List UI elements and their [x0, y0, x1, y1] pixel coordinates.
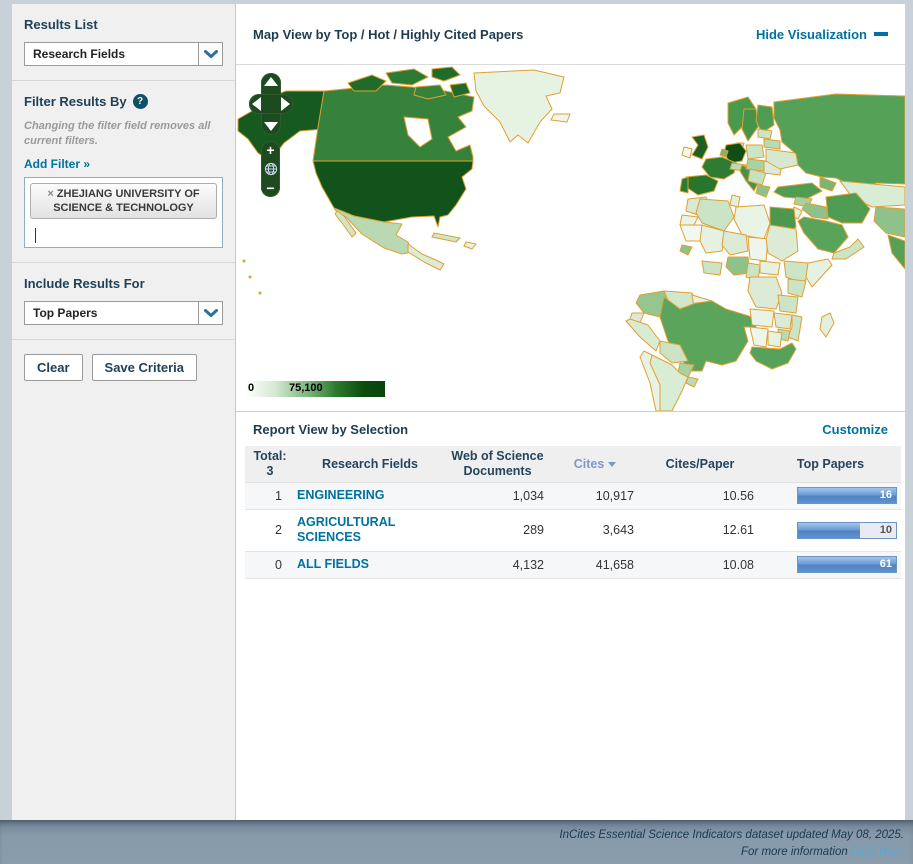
countries-layer — [238, 67, 905, 411]
total-count: 3 — [267, 464, 274, 478]
hide-visualization-link[interactable]: Hide Visualization — [756, 27, 888, 42]
top-papers-bar[interactable]: 16 — [797, 487, 897, 504]
cites-cell: 10,917 — [550, 489, 640, 503]
chevron-down-icon[interactable] — [198, 43, 222, 65]
field-link[interactable]: AGRICULTURAL SCIENCES — [297, 515, 443, 546]
total-label: Total: — [253, 449, 286, 463]
empty-content-area — [236, 579, 905, 821]
filter-input-box[interactable]: ×ZHEJIANG UNIVERSITY OF SCIENCE & TECHNO… — [24, 177, 223, 249]
documents-cell: 4,132 — [445, 558, 550, 572]
add-filter-link[interactable]: Add Filter » — [24, 157, 90, 171]
filter-heading-label: Filter Results By — [24, 94, 127, 109]
legend-min-label: 0 — [248, 382, 254, 394]
world-map[interactable] — [236, 65, 905, 412]
results-list-selected-value: Research Fields — [25, 43, 125, 65]
hide-visualization-label: Hide Visualization — [756, 27, 867, 42]
table-header-row: Total: 3 Research Fields Web of Science … — [245, 446, 901, 483]
cites-per-paper-cell: 10.56 — [640, 489, 760, 503]
documents-cell: 289 — [445, 523, 550, 537]
filter-note: Changing the filter field removes all cu… — [24, 119, 223, 149]
zoom-in-button[interactable]: + — [266, 143, 274, 157]
map-color-legend: 0 75,100 — [245, 381, 385, 397]
map-view-title: Map View by Top / Hot / Highly Cited Pap… — [253, 27, 523, 42]
include-results-section: Include Results For Top Papers — [12, 263, 235, 340]
top-papers-bar[interactable]: 61 — [797, 556, 897, 573]
results-list-heading: Results List — [24, 17, 223, 32]
page-footer: InCites Essential Science Indicators dat… — [0, 820, 913, 864]
save-criteria-button[interactable]: Save Criteria — [92, 354, 198, 381]
include-results-heading: Include Results For — [24, 276, 223, 291]
sidebar-actions: Clear Save Criteria — [12, 340, 235, 395]
map-view-header: Map View by Top / Hot / Highly Cited Pap… — [236, 4, 905, 65]
filter-section: Filter Results By ? Changing the filter … — [12, 81, 235, 263]
table-row: 0 ALL FIELDS 4,132 41,658 10.08 61 — [245, 552, 901, 579]
documents-cell: 1,034 — [445, 489, 550, 503]
top-papers-value: 16 — [880, 489, 892, 501]
include-results-select[interactable]: Top Papers — [24, 301, 223, 325]
cites-header-label: Cites — [574, 457, 605, 472]
minus-icon — [874, 32, 888, 36]
column-header-wos-documents[interactable]: Web of Science Documents — [445, 446, 550, 482]
filter-heading: Filter Results By ? — [24, 94, 223, 109]
sort-desc-icon — [608, 462, 616, 467]
click-here-link[interactable]: Click Here — [851, 846, 904, 858]
column-header-cites-per-paper[interactable]: Cites/Paper — [640, 454, 760, 475]
help-icon[interactable]: ? — [133, 94, 148, 109]
total-header: Total: 3 — [245, 446, 295, 482]
map-visualization[interactable]: + − 0 75,100 — [236, 65, 905, 412]
results-list-section: Results List Research Fields — [12, 4, 235, 81]
text-cursor — [35, 228, 36, 243]
column-header-cites[interactable]: Cites — [550, 454, 640, 475]
rank-cell: 0 — [245, 558, 295, 572]
footer-dataset-note: InCites Essential Science Indicators dat… — [0, 827, 904, 844]
clear-button[interactable]: Clear — [24, 354, 83, 381]
sidebar: Results List Research Fields Filter Resu… — [12, 4, 236, 820]
globe-icon[interactable] — [264, 162, 278, 176]
pan-right-arrow-icon[interactable] — [281, 97, 290, 111]
table-row: 1 ENGINEERING 1,034 10,917 10.56 16 — [245, 483, 901, 510]
include-results-selected-value: Top Papers — [25, 302, 97, 324]
report-view-title: Report View by Selection — [253, 422, 408, 437]
legend-max-label: 75,100 — [289, 382, 323, 394]
cites-cell: 41,658 — [550, 558, 640, 572]
pan-left-arrow-icon[interactable] — [252, 97, 261, 111]
main-content: Map View by Top / Hot / Highly Cited Pap… — [236, 4, 905, 820]
rank-cell: 1 — [245, 489, 295, 503]
zoom-out-button[interactable]: − — [266, 181, 274, 195]
chevron-down-icon[interactable] — [198, 302, 222, 324]
rank-cell: 2 — [245, 523, 295, 537]
app-window: Results List Research Fields Filter Resu… — [12, 4, 905, 820]
pan-up-arrow-icon[interactable] — [264, 77, 278, 86]
cites-per-paper-cell: 12.61 — [640, 523, 760, 537]
footer-info-line: For more information Click Here — [0, 844, 904, 861]
column-header-top-papers[interactable]: Top Papers — [760, 454, 901, 475]
column-header-research-fields[interactable]: Research Fields — [295, 454, 445, 475]
cites-per-paper-cell: 10.08 — [640, 558, 760, 572]
results-list-select[interactable]: Research Fields — [24, 42, 223, 66]
customize-link[interactable]: Customize — [822, 422, 888, 437]
footer-info-prefix: For more information — [741, 846, 851, 858]
field-link[interactable]: ENGINEERING — [297, 488, 385, 504]
top-papers-bar[interactable]: 10 — [797, 522, 897, 539]
map-pan-control — [249, 73, 293, 135]
filter-tag[interactable]: ×ZHEJIANG UNIVERSITY OF SCIENCE & TECHNO… — [30, 183, 217, 220]
cites-cell: 3,643 — [550, 523, 640, 537]
report-view-header: Report View by Selection Customize — [236, 412, 905, 446]
table-row: 2 AGRICULTURAL SCIENCES 289 3,643 12.61 … — [245, 510, 901, 552]
filter-tag-label: ZHEJIANG UNIVERSITY OF SCIENCE & TECHNOL… — [53, 188, 199, 214]
top-papers-value: 10 — [880, 524, 892, 536]
remove-filter-icon[interactable]: × — [47, 188, 53, 200]
field-link[interactable]: ALL FIELDS — [297, 557, 369, 573]
map-zoom-control: + − — [261, 141, 280, 197]
report-table: Total: 3 Research Fields Web of Science … — [245, 446, 901, 579]
pan-down-arrow-icon[interactable] — [264, 122, 278, 131]
top-papers-bar-fill — [798, 523, 860, 538]
top-papers-value: 61 — [880, 558, 892, 570]
